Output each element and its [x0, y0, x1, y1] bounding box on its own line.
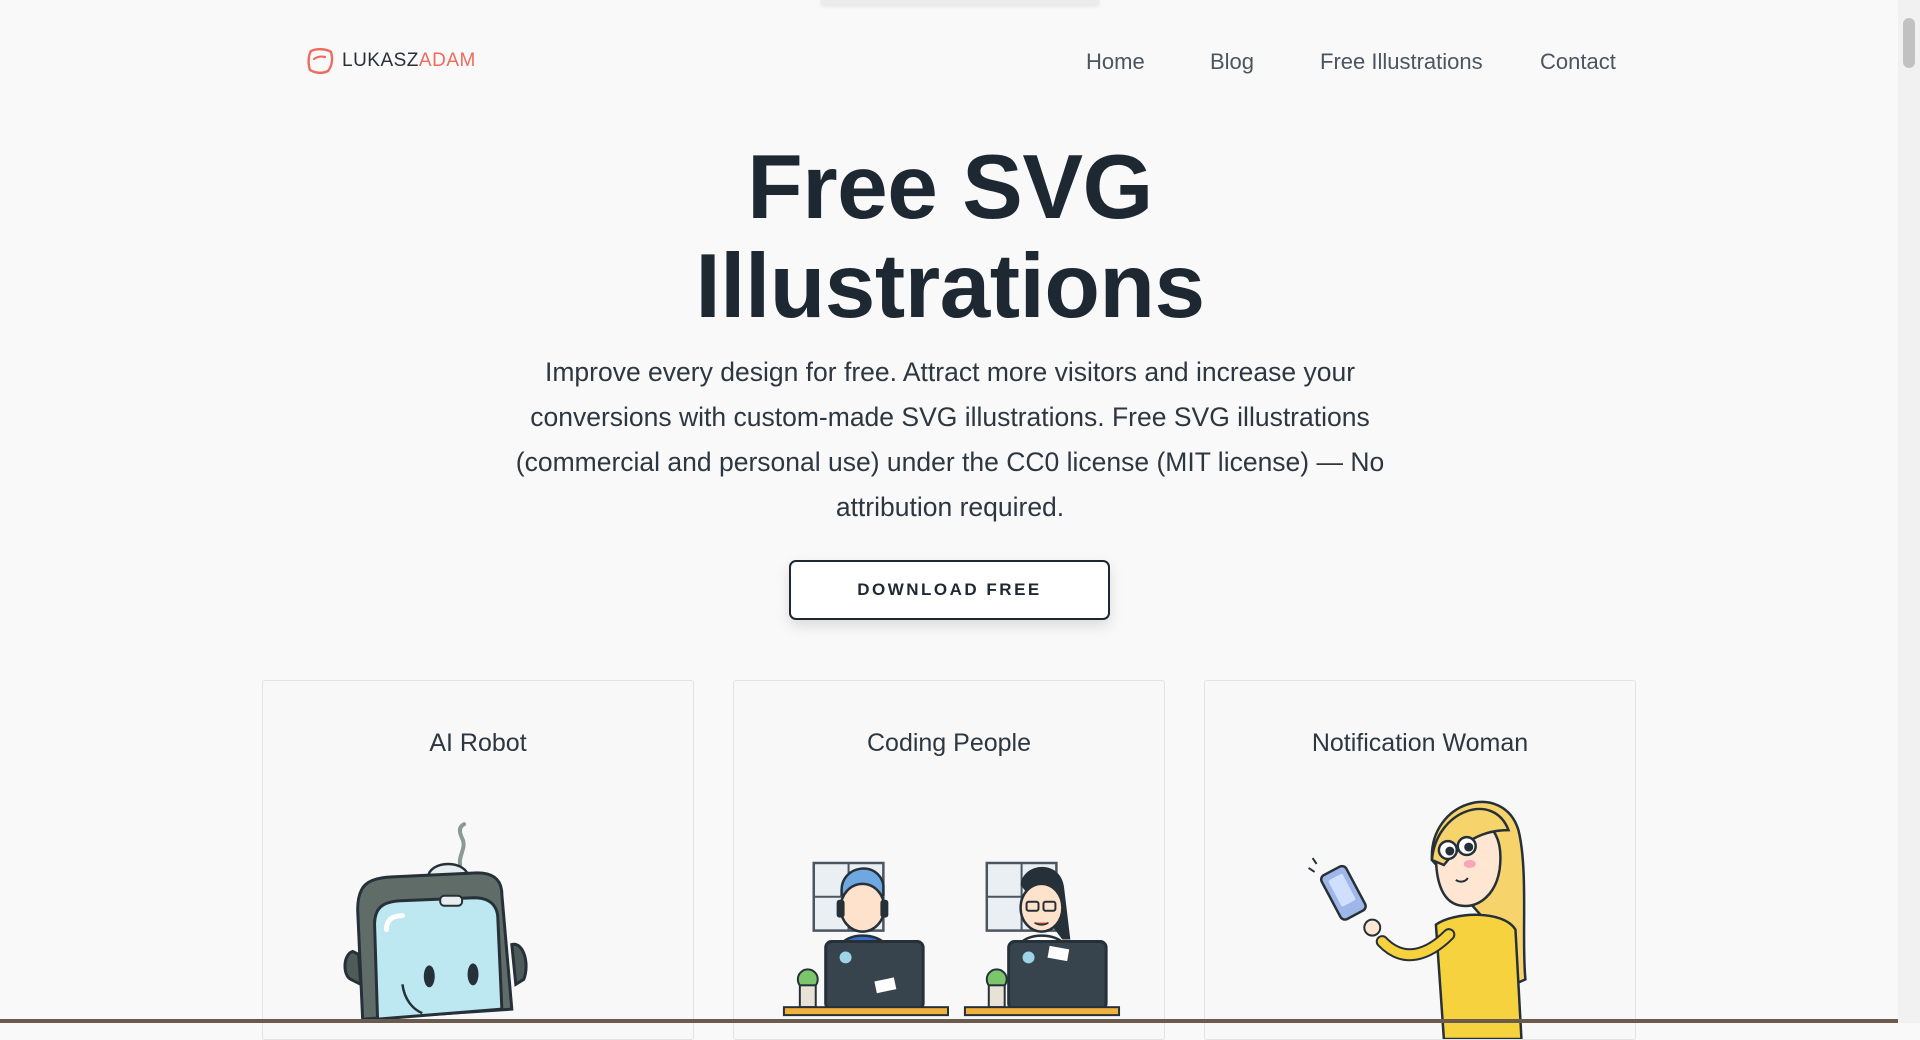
- card-coding-people[interactable]: Coding People: [733, 680, 1165, 1040]
- page-scrollbar[interactable]: [1898, 0, 1920, 1023]
- nav-home[interactable]: Home: [1086, 47, 1145, 77]
- notification-woman-illustration-icon: [1308, 800, 1527, 1039]
- card-ai-robot[interactable]: AI Robot: [262, 680, 694, 1040]
- card-notification-woman[interactable]: Notification Woman: [1204, 680, 1636, 1040]
- hero-title-line2: Illustrations: [695, 236, 1205, 337]
- hero-title-line1: Free SVG: [747, 137, 1153, 238]
- main-nav: Home Blog Free Illustrations Contact: [0, 47, 1920, 77]
- nav-contact[interactable]: Contact: [1540, 47, 1616, 77]
- scrollbar-thumb[interactable]: [1903, 18, 1915, 68]
- hero-description: Improve every design for free. Attract m…: [515, 357, 1385, 522]
- window-bottom-edge: [0, 1019, 1898, 1023]
- nav-blog[interactable]: Blog: [1210, 47, 1254, 77]
- hero-title: Free SVG Illustrations: [0, 138, 1900, 336]
- robot-illustration-icon: [343, 822, 528, 1021]
- top-edge-shadow: [820, 0, 1100, 4]
- download-free-button[interactable]: DOWNLOAD FREE: [789, 560, 1110, 620]
- nav-free-illustrations[interactable]: Free Illustrations: [1320, 47, 1483, 77]
- coding-people-illustration-icon: [782, 861, 1121, 1017]
